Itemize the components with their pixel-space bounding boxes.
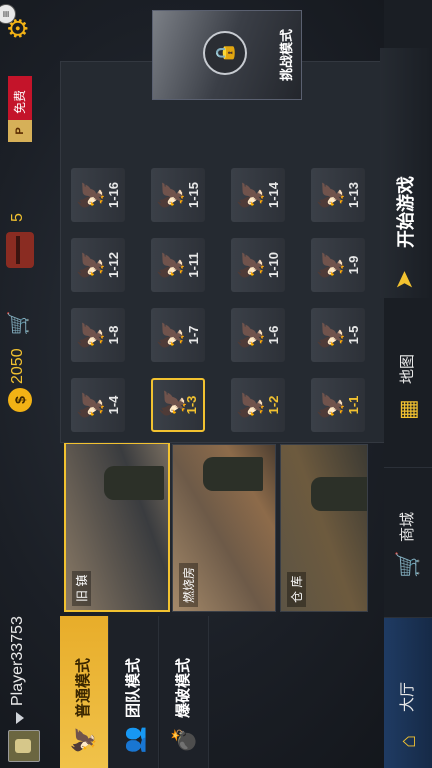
level-cell[interactable]: 🦅 1-15: [151, 168, 205, 222]
level-cell[interactable]: 🦅 1-2: [231, 378, 285, 432]
level-cell[interactable]: 🦅 1-11: [151, 238, 205, 292]
coin-count: 2050: [9, 348, 26, 384]
top-bar: Player33753 $ 2050 🛒 5 P 免费 ⚙ ≡: [0, 0, 56, 768]
level-cell-selected[interactable]: 🦅 1-3: [151, 378, 205, 432]
soldier-figure: [203, 457, 263, 491]
eagle-icon: 🦅: [78, 390, 105, 420]
level-label: 1-10: [266, 251, 281, 279]
level-label: 1-9: [346, 255, 361, 275]
bomb-count: 5: [9, 213, 26, 222]
level-label: 1-12: [106, 251, 121, 279]
map-card-burning-house[interactable]: 燃烧房: [172, 444, 276, 612]
tab-label: 团队模式: [125, 657, 142, 718]
level-label: 1-8: [106, 325, 121, 345]
nav-shop[interactable]: 🛒 商城: [384, 467, 432, 618]
nav-label: 大厅: [399, 681, 416, 712]
team-icon: 👥: [121, 726, 146, 754]
level-label: 1-3: [184, 395, 199, 415]
level-label: 1-13: [346, 181, 361, 209]
tab-normal-mode[interactable]: 🦅 普通模式: [60, 616, 109, 768]
eagle-icon: 🦅: [158, 320, 185, 350]
level-label: 1-1: [346, 395, 361, 415]
level-cell[interactable]: 🦅 1-14: [231, 168, 285, 222]
level-label: 1-14: [266, 181, 281, 209]
bomb-box-icon[interactable]: [6, 232, 34, 268]
map-card-old-town[interactable]: 旧 镇: [64, 442, 170, 612]
free-ticket-button[interactable]: P 免费: [8, 76, 32, 142]
eagle-icon: 🦅: [238, 180, 265, 210]
level-cell[interactable]: 🦅 1-10: [231, 238, 285, 292]
nav-lobby[interactable]: ⌂ 大厅: [384, 617, 432, 768]
free-label: 免费: [13, 89, 27, 114]
eagle-icon: 🦅: [238, 390, 265, 420]
level-label: 1-4: [106, 395, 121, 415]
eagle-icon: 🦅: [158, 250, 185, 280]
soldier-figure: [104, 466, 164, 500]
level-cell[interactable]: 🦅 1-12: [71, 238, 125, 292]
level-cell[interactable]: 🦅 1-6: [231, 308, 285, 362]
eagle-icon: 🦅: [158, 180, 185, 210]
ticket-icon: P: [8, 120, 32, 142]
level-cell[interactable]: 🦅 1-1: [311, 378, 365, 432]
level-cell[interactable]: 🦅 1-5: [311, 308, 365, 362]
map-name: 燃烧房: [179, 562, 198, 607]
eagle-icon: 🦅: [71, 726, 96, 754]
rank-chevron-icon: [16, 712, 24, 724]
eagle-icon: 🦅: [238, 250, 265, 280]
avatar[interactable]: [8, 730, 40, 762]
level-label: 1-2: [266, 395, 281, 415]
level-grid: 🦅 1-1 🦅 1-2 🦅 1-3 🦅 1-4 🦅 1-5 🦅 1-6 🦅 1-7 🦅 1-8 …: [60, 61, 386, 443]
eagle-icon: 🦅: [318, 250, 345, 280]
challenge-label: 挑战模式: [279, 29, 294, 82]
cart-icon: 🛒: [395, 550, 420, 578]
map-icon: ▦: [395, 399, 420, 420]
map-name: 仓 库: [287, 571, 306, 607]
bomb-icon: 💣: [171, 726, 196, 754]
tab-bomb-mode[interactable]: 💣 爆破模式: [160, 616, 209, 768]
level-cell[interactable]: 🦅 1-7: [151, 308, 205, 362]
player-name: Player33753: [9, 616, 26, 706]
eagle-icon: 🦅: [78, 180, 105, 210]
level-label: 1-5: [346, 325, 361, 345]
bullet-icon: ➤: [391, 269, 418, 290]
level-cell[interactable]: 🦅 1-8: [71, 308, 125, 362]
soldier-figure: [311, 477, 368, 511]
level-label: 1-15: [186, 181, 201, 209]
level-label: 1-6: [266, 325, 281, 345]
nav-label: 商城: [399, 511, 416, 542]
tab-team-mode[interactable]: 👥 团队模式: [110, 616, 159, 768]
coin-icon: $: [8, 388, 32, 412]
tab-label: 爆破模式: [175, 657, 192, 718]
level-cell[interactable]: 🦅 1-4: [71, 378, 125, 432]
map-card-warehouse[interactable]: 仓 库: [280, 444, 368, 612]
home-icon: ⌂: [395, 734, 420, 748]
level-label: 1-11: [186, 252, 201, 278]
map-list: 旧 镇 燃烧房 仓 库: [64, 442, 374, 616]
tab-label: 普通模式: [75, 657, 92, 718]
eagle-icon: 🦅: [318, 390, 345, 420]
level-cell[interactable]: 🦅 1-9: [311, 238, 365, 292]
nav-label: 地图: [399, 353, 416, 384]
level-cell[interactable]: 🦅 1-16: [71, 168, 125, 222]
nav-map[interactable]: ▦ 地图: [384, 297, 432, 468]
map-name: 旧 镇: [72, 570, 91, 606]
cart-icon[interactable]: 🛒: [6, 310, 32, 336]
challenge-mode-button[interactable]: 🔒 挑战模式: [152, 10, 302, 100]
eagle-icon: 🦅: [78, 250, 105, 280]
level-cell[interactable]: 🦅 1-13: [311, 168, 365, 222]
eagle-icon: 🦅: [318, 320, 345, 350]
start-label: 开始游戏: [396, 176, 416, 248]
lock-icon: 🔒: [203, 31, 247, 75]
eagle-icon: 🦅: [318, 180, 345, 210]
level-label: 1-16: [106, 181, 121, 209]
mode-tabs: 🦅 普通模式 👥 团队模式 💣 爆破模式: [60, 616, 360, 768]
eagle-icon: 🦅: [238, 320, 265, 350]
game-screen: Player33753 $ 2050 🛒 5 P 免费 ⚙ ≡ 🦅 普通模式 👥…: [0, 0, 432, 768]
start-game-button[interactable]: ➤ 开始游戏: [380, 48, 432, 298]
eagle-icon: 🦅: [78, 320, 105, 350]
level-label: 1-7: [186, 325, 201, 345]
